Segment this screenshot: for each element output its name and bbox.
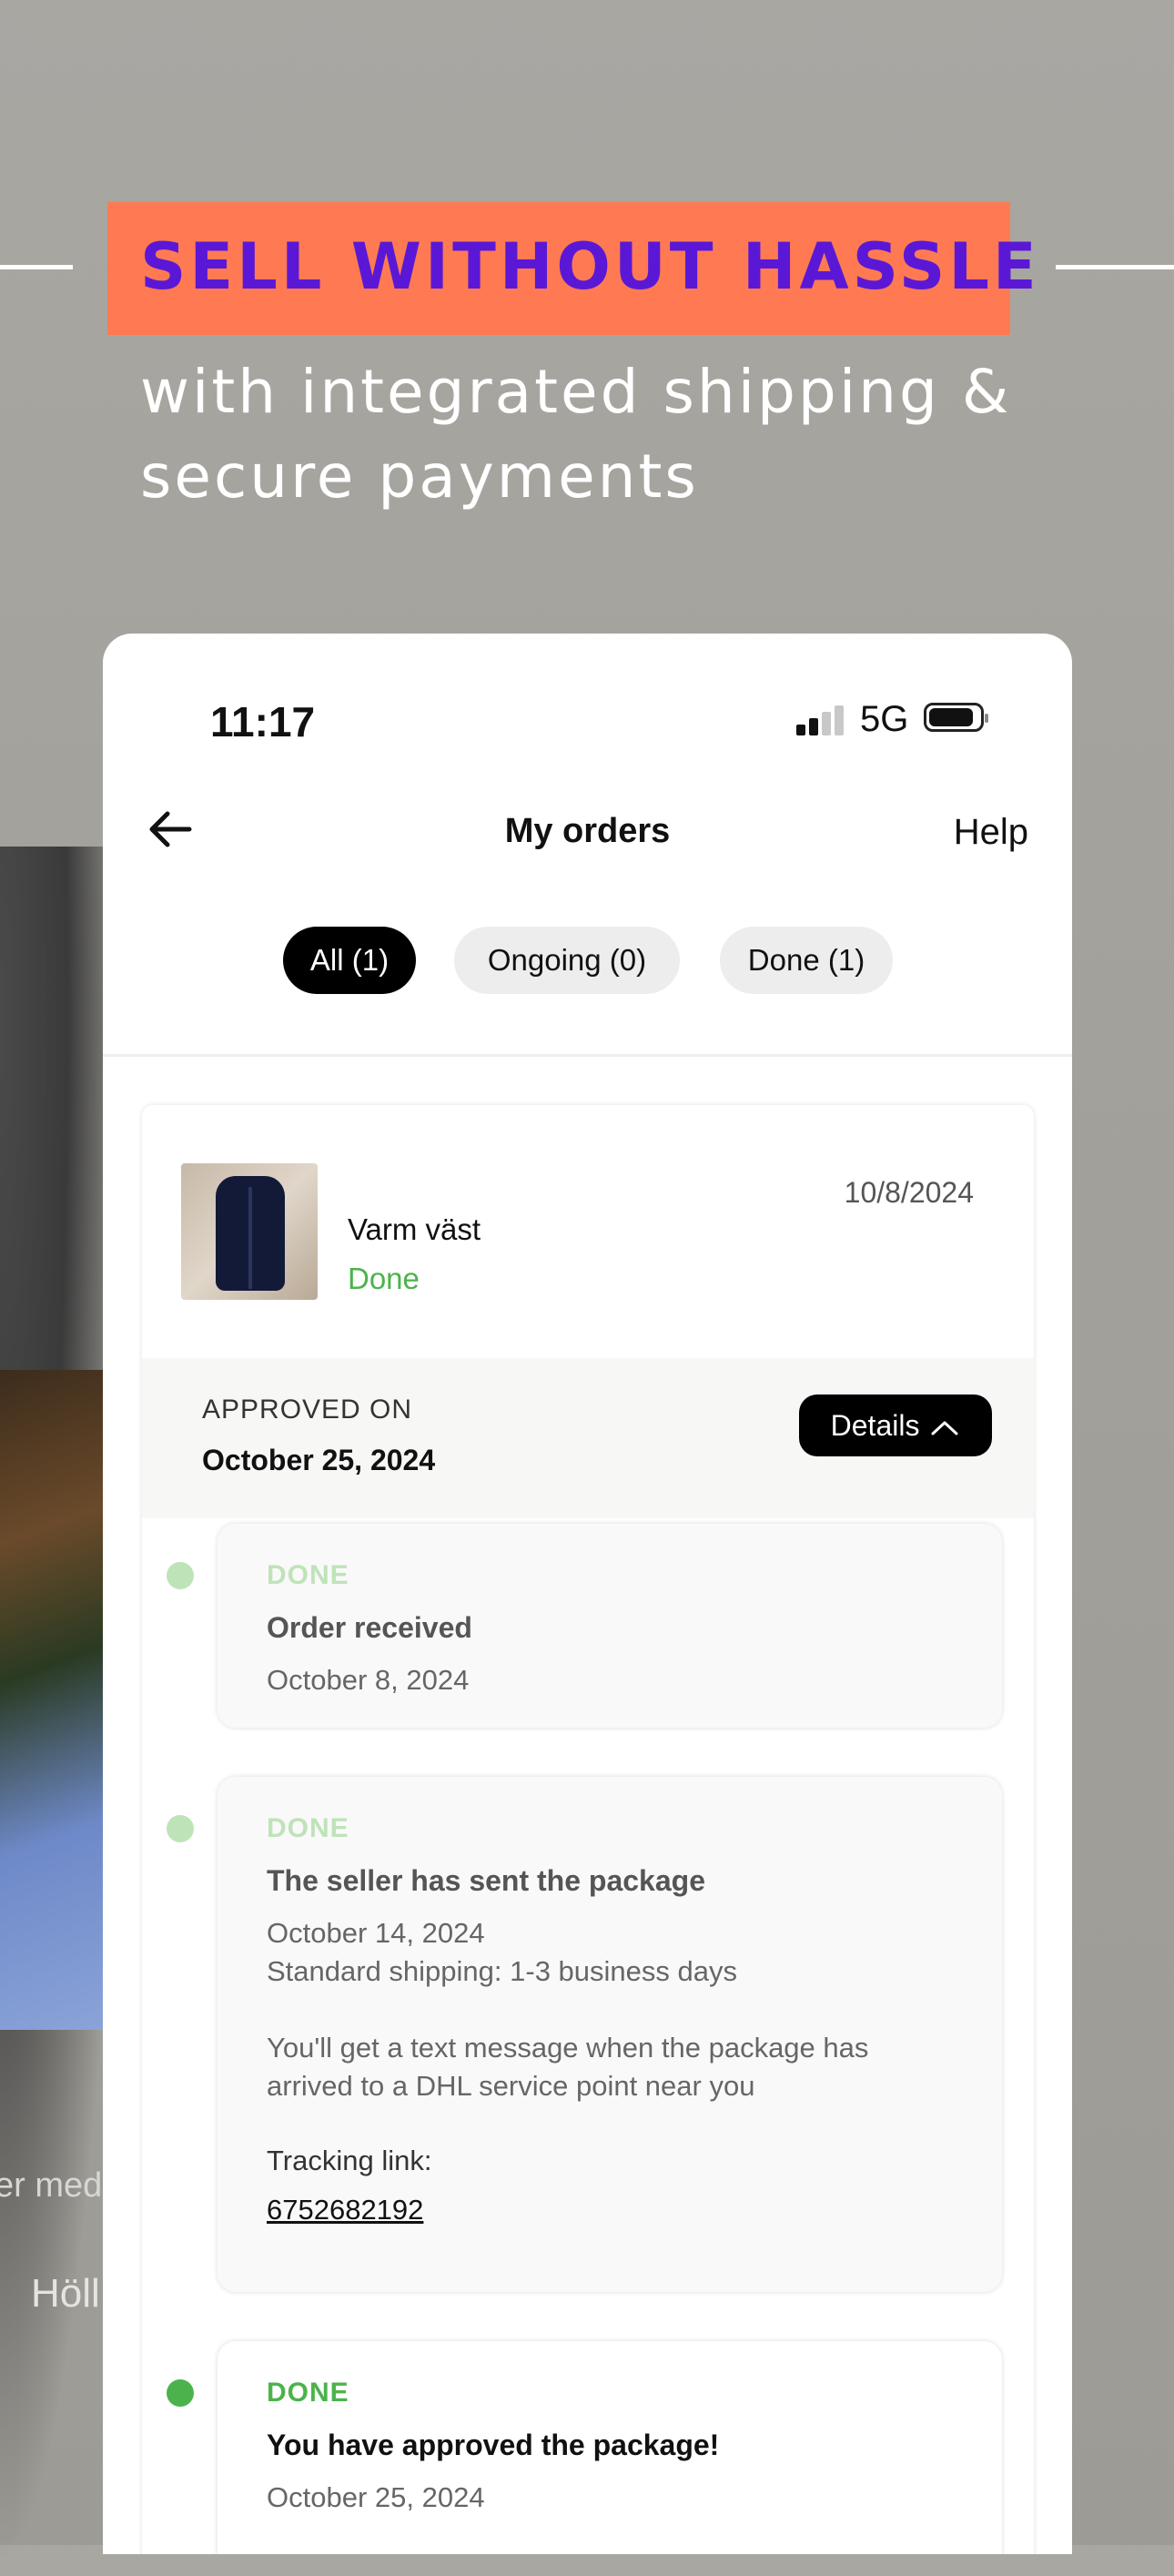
- product-thumbnail: [181, 1163, 318, 1300]
- details-button[interactable]: Details: [799, 1394, 992, 1456]
- step-note-line-2: arrived to a DHL service point near you: [267, 2070, 755, 2102]
- tracking-label: Tracking link:: [267, 2145, 432, 2176]
- status-time: 11:17: [210, 698, 316, 745]
- battery-icon: [924, 703, 988, 732]
- timeline-dot: [167, 1562, 194, 1589]
- signal-icon: [796, 705, 846, 735]
- background-caption-text: er med: [0, 2166, 103, 2205]
- chevron-up-icon: [931, 1421, 958, 1435]
- step-status: DONE: [267, 1813, 349, 1843]
- promo-subline-1: with integrated shipping &: [140, 357, 1012, 427]
- step-shipping-info: Standard shipping: 1-3 business days: [267, 1955, 737, 1987]
- background-caption-text-2: Höll: [31, 2271, 100, 2316]
- filter-ongoing[interactable]: Ongoing (0): [454, 927, 680, 994]
- background-rider-photo: [0, 1370, 105, 2030]
- headline-decor-line-right: [1056, 265, 1174, 269]
- step-date: October 8, 2024: [267, 1664, 470, 1696]
- page-title: My orders: [504, 812, 671, 850]
- step-title: The seller has sent the package: [267, 1864, 705, 1897]
- headline-decor-line-left: [0, 265, 73, 269]
- order-status: Done: [348, 1262, 420, 1295]
- step-date: October 14, 2024: [267, 1917, 485, 1949]
- phone-screen: 11:17 5G My orders Help All (1) Ongoing …: [103, 634, 1072, 2554]
- divider: [103, 1054, 1072, 1057]
- step-note-line-1: You'll get a text message when the packa…: [267, 2032, 869, 2064]
- approved-label: APPROVED ON: [202, 1394, 413, 1425]
- filter-done[interactable]: Done (1): [720, 927, 893, 994]
- step-status: DONE: [267, 2378, 349, 2408]
- timeline-step-approved: DONE You have approved the package! Octo…: [218, 2341, 1002, 2554]
- timeline-step-order-received: DONE Order received October 8, 2024: [218, 1524, 1002, 1728]
- step-title: Order received: [267, 1611, 472, 1644]
- timeline-step-package-sent: DONE The seller has sent the package Oct…: [218, 1777, 1002, 2292]
- help-link[interactable]: Help: [954, 812, 1028, 853]
- step-title: You have approved the package!: [267, 2429, 720, 2461]
- details-button-label: Details: [830, 1409, 920, 1442]
- tracking-link[interactable]: 6752682192: [267, 2194, 423, 2226]
- timeline-dot: [167, 2379, 194, 2407]
- order-card[interactable]: Varm väst Done 10/8/2024 APPROVED ON Oct…: [142, 1105, 1034, 2554]
- order-date: 10/8/2024: [844, 1176, 974, 1209]
- step-date: October 25, 2024: [267, 2481, 485, 2513]
- promo-headline: SELL WITHOUT HASSLE: [140, 229, 1040, 304]
- timeline-dot: [167, 1815, 194, 1842]
- order-item-name: Varm väst: [348, 1212, 481, 1246]
- network-label: 5G: [860, 699, 909, 739]
- promo-subline-2: secure payments: [140, 441, 699, 512]
- vest-image: [216, 1176, 285, 1291]
- step-status: DONE: [267, 1560, 349, 1590]
- filter-all[interactable]: All (1): [283, 927, 416, 994]
- approved-date: October 25, 2024: [202, 1444, 436, 1476]
